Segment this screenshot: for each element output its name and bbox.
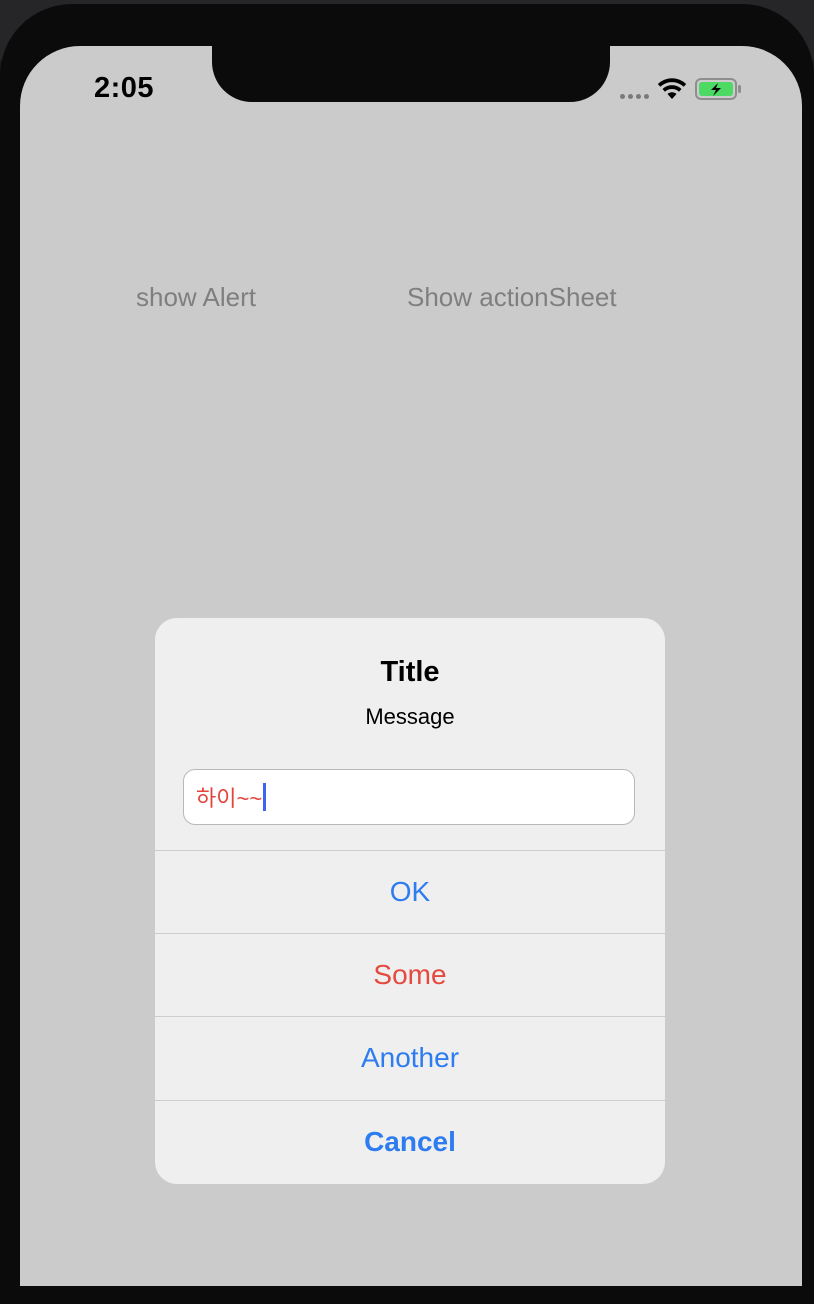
screen: 2:05 show Alert Show actionSheet Title M…: [20, 46, 802, 1286]
wifi-icon: [657, 77, 687, 106]
alert-text-field[interactable]: 하이~~: [183, 769, 635, 825]
notch: [212, 46, 610, 102]
ok-button[interactable]: OK: [155, 850, 665, 933]
phone-frame: 2:05 show Alert Show actionSheet Title M…: [0, 4, 814, 1304]
cancel-button[interactable]: Cancel: [155, 1100, 665, 1183]
status-time: 2:05: [94, 72, 155, 104]
show-alert-button[interactable]: show Alert: [136, 282, 256, 313]
another-button[interactable]: Another: [155, 1016, 665, 1099]
text-caret: [263, 783, 267, 811]
alert-dialog: Title Message 하이~~ OK Some Another Cance…: [155, 618, 665, 1184]
battery-charging-icon: [695, 77, 743, 106]
alert-text-field-value: 하이~~: [196, 786, 263, 811]
signal-icon: [620, 93, 649, 99]
status-icons: [620, 76, 743, 106]
some-button[interactable]: Some: [155, 933, 665, 1016]
alert-message: Message: [365, 704, 455, 729]
alert-title: Title: [380, 656, 440, 688]
show-action-sheet-button[interactable]: Show actionSheet: [407, 282, 617, 313]
